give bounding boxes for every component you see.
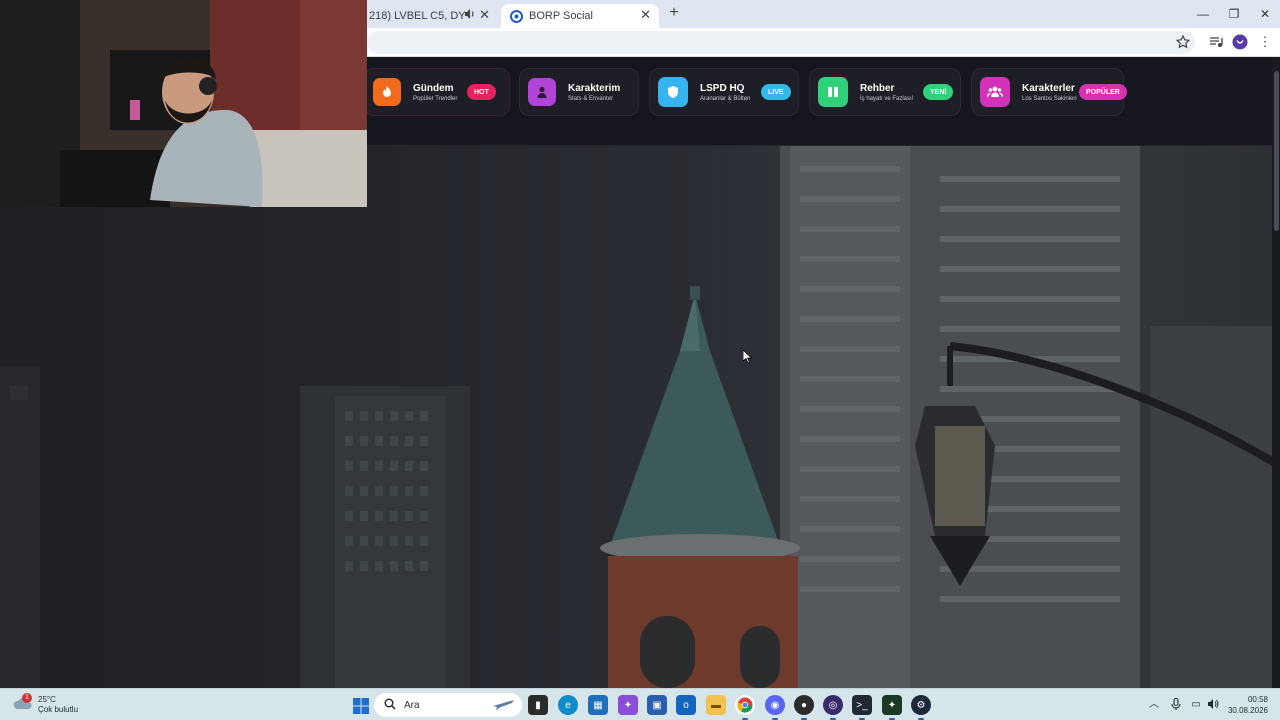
tab-title: 218) LVBEL C5, DYSTINCT bbox=[369, 10, 465, 22]
nav-card-subtitle: Stats & Envanter bbox=[568, 95, 614, 102]
weather-temperature: 25°C bbox=[38, 695, 56, 704]
obs-icon[interactable]: ● bbox=[794, 695, 814, 720]
widgets-app-icon[interactable]: ▦ bbox=[588, 695, 608, 715]
clock-time: 00:58 bbox=[1247, 695, 1268, 704]
media-control-icon[interactable] bbox=[1207, 33, 1225, 51]
network-icon[interactable]: ▭ bbox=[1189, 698, 1203, 712]
windows-taskbar: 1 25°C Çok bulutlu Ara ▮ e ▦ ✦ ▣ o ▬ ◉ ●… bbox=[0, 688, 1280, 720]
close-window-button[interactable]: ✕ bbox=[1250, 4, 1280, 24]
system-clock[interactable]: 00:58 30.08.2026 bbox=[1228, 694, 1268, 716]
nav-card-title: Karakterler bbox=[1022, 82, 1075, 94]
city-skyline-illustration bbox=[0, 146, 1280, 688]
nav-card-title: LSPD HQ bbox=[700, 82, 745, 94]
nav-card-subtitle: İş hayatı ve Fazlası! bbox=[860, 95, 914, 102]
steam-icon[interactable]: ⚙ bbox=[911, 695, 931, 720]
new-tab-button[interactable]: + bbox=[664, 4, 684, 24]
overlay-app-icon[interactable]: ◎ bbox=[823, 695, 843, 720]
live-badge: LIVE bbox=[761, 84, 791, 100]
popular-badge: POPÜLER bbox=[1079, 84, 1127, 100]
nav-card-subtitle: Arananlar & Bülten bbox=[700, 95, 751, 102]
copilot-icon[interactable]: ✦ bbox=[618, 695, 638, 715]
nav-card-rehber[interactable]: Rehber İş hayatı ve Fazlası! YENİ bbox=[809, 68, 961, 116]
profile-avatar-icon[interactable] bbox=[1231, 33, 1249, 51]
users-icon bbox=[980, 77, 1010, 107]
fire-icon bbox=[373, 78, 401, 106]
nav-card-subtitle: Popüler Trendler bbox=[413, 95, 458, 102]
microphone-icon[interactable] bbox=[1169, 697, 1183, 712]
webcam-overlay bbox=[0, 0, 367, 207]
store-icon[interactable]: ▣ bbox=[647, 695, 667, 715]
new-badge: YENİ bbox=[923, 84, 954, 100]
nav-card-gundem[interactable]: Gündem Popüler Trendler HOT bbox=[364, 68, 510, 116]
file-explorer-icon[interactable]: ▬ bbox=[706, 695, 726, 715]
volume-icon[interactable] bbox=[1206, 698, 1220, 712]
minimize-button[interactable]: — bbox=[1188, 4, 1218, 24]
bookmark-star-icon[interactable] bbox=[1174, 33, 1192, 51]
clock-date: 30.08.2026 bbox=[1227, 706, 1268, 715]
hero-background-image bbox=[0, 146, 1280, 688]
restore-button[interactable]: ❐ bbox=[1219, 4, 1249, 24]
task-view-icon[interactable]: ▮ bbox=[528, 695, 548, 715]
hot-badge: HOT bbox=[467, 84, 496, 100]
mouse-cursor-icon bbox=[742, 349, 753, 369]
tab-music-video[interactable]: 218) LVBEL C5, DYSTINCT ✕ bbox=[367, 4, 500, 28]
address-bar[interactable] bbox=[367, 31, 1195, 54]
page-scrollbar[interactable] bbox=[1272, 57, 1280, 688]
nav-card-lspd-hq[interactable]: LSPD HQ Arananlar & Bülten LIVE bbox=[649, 68, 799, 116]
edge-browser-icon[interactable]: e bbox=[558, 695, 578, 715]
nav-card-title: Karakterim bbox=[568, 82, 621, 94]
user-silhouette-icon bbox=[528, 78, 556, 106]
outlook-icon[interactable]: o bbox=[676, 695, 696, 715]
chrome-icon[interactable] bbox=[735, 695, 755, 720]
weather-widget[interactable]: 1 25°C Çok bulutlu bbox=[12, 691, 78, 719]
search-icon bbox=[384, 698, 396, 713]
borp-favicon-icon bbox=[509, 9, 523, 23]
close-tab-icon[interactable]: ✕ bbox=[640, 7, 651, 23]
weather-notification-badge: 1 bbox=[22, 693, 32, 703]
airplane-search-highlight-icon bbox=[492, 697, 516, 714]
discord-icon[interactable]: ◉ bbox=[765, 695, 785, 720]
tab-title: BORP Social bbox=[529, 10, 593, 22]
taskbar-search-box[interactable]: Ara bbox=[374, 693, 522, 717]
nav-card-karakterler[interactable]: Karakterler Los Santos Sakinleri POPÜLER bbox=[971, 68, 1127, 116]
streamer-webcam-feed bbox=[0, 0, 367, 207]
book-icon bbox=[818, 77, 848, 107]
speaker-icon[interactable] bbox=[464, 8, 476, 23]
terminal-icon[interactable]: >_ bbox=[852, 695, 872, 720]
windows-start-icon[interactable] bbox=[351, 696, 371, 716]
shield-icon bbox=[658, 77, 688, 107]
scrollbar-thumb[interactable] bbox=[1274, 71, 1279, 231]
chevron-up-icon[interactable]: ︿ bbox=[1147, 698, 1161, 712]
nav-card-title: Rehber bbox=[860, 82, 895, 94]
tab-borp-social[interactable]: BORP Social ✕ bbox=[501, 4, 659, 28]
nav-card-karakterim[interactable]: Karakterim Stats & Envanter bbox=[519, 68, 639, 116]
close-tab-icon[interactable]: ✕ bbox=[479, 7, 490, 23]
browser-menu-icon[interactable]: ⋮ bbox=[1256, 33, 1274, 51]
nav-card-subtitle: Los Santos Sakinleri bbox=[1022, 95, 1077, 102]
game-app-icon[interactable]: ✦ bbox=[882, 695, 902, 720]
nav-card-title: Gündem bbox=[413, 82, 454, 94]
search-placeholder: Ara bbox=[404, 699, 420, 711]
weather-description: Çok bulutlu bbox=[38, 705, 79, 714]
